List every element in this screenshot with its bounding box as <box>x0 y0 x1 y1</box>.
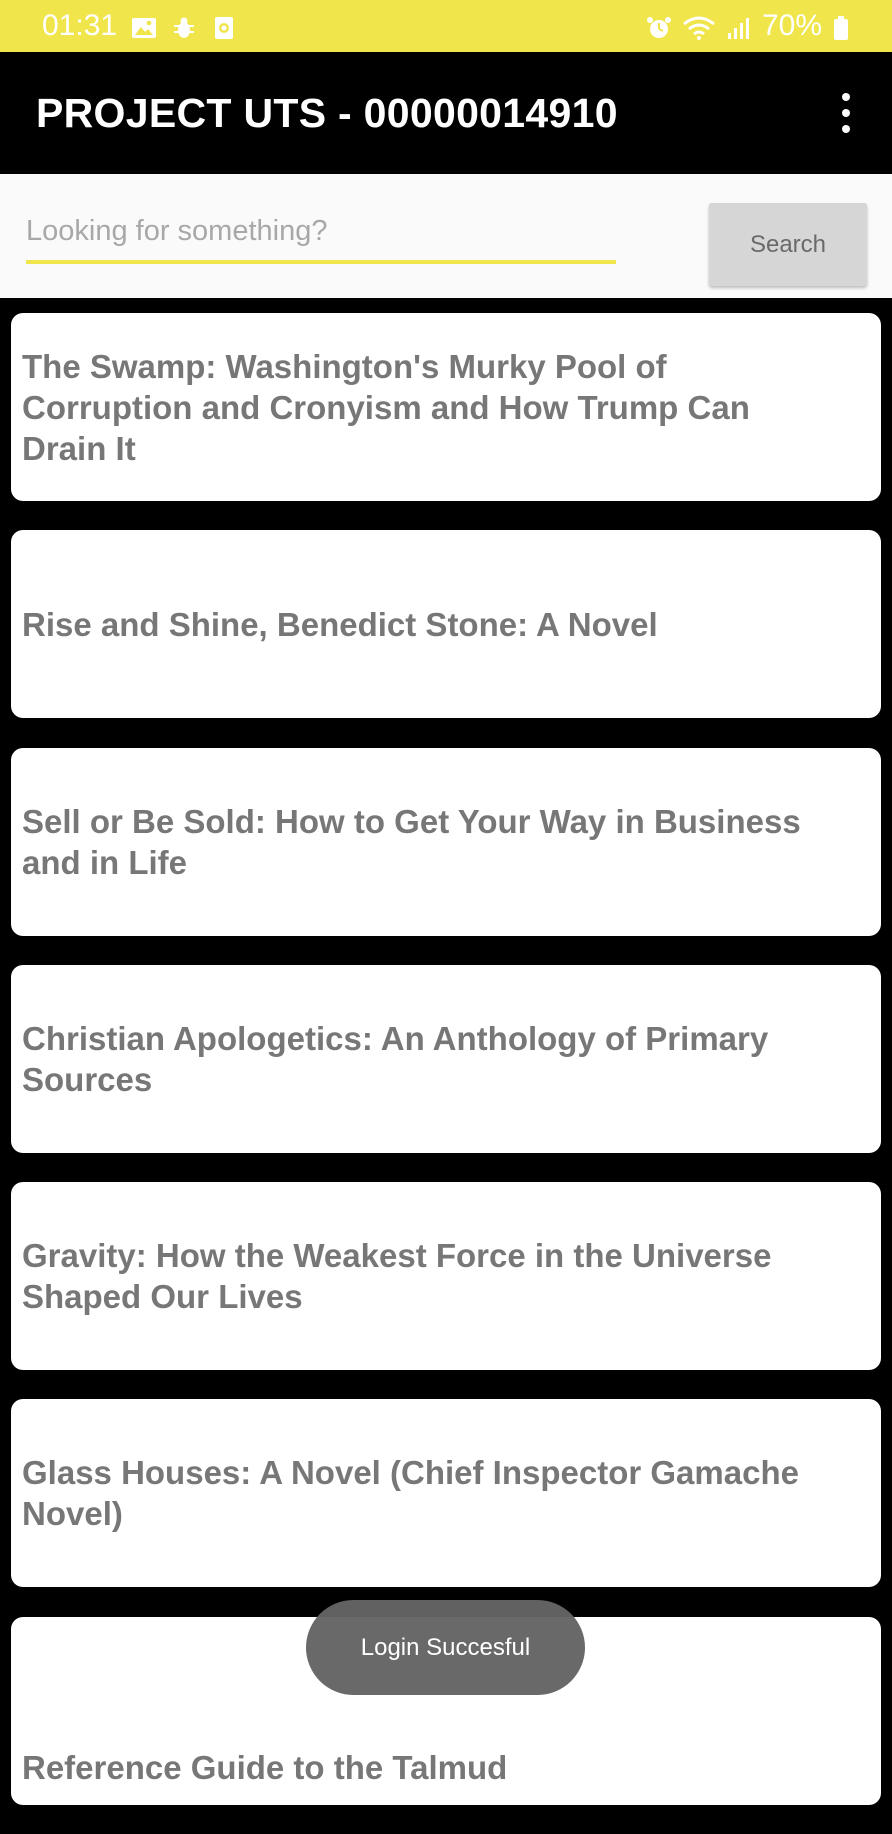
book-card[interactable]: The Swamp: Washington's Murky Pool of Co… <box>11 313 881 501</box>
book-title: Sell or Be Sold: How to Get Your Way in … <box>22 803 801 881</box>
menu-dot <box>842 93 850 101</box>
book-card[interactable]: Sell or Be Sold: How to Get Your Way in … <box>11 748 881 936</box>
book-card[interactable]: Rise and Shine, Benedict Stone: A Novel <box>11 530 881 718</box>
app-title: PROJECT UTS - 00000014910 <box>36 89 618 136</box>
menu-dot <box>842 109 850 117</box>
book-title: The Swamp: Washington's Murky Pool of Co… <box>22 347 750 467</box>
status-time: 01:31 <box>42 9 118 42</box>
menu-dot <box>842 125 850 133</box>
book-card[interactable]: Glass Houses: A Novel (Chief Inspector G… <box>11 1399 881 1587</box>
status-right: 70% <box>636 9 850 43</box>
book-card[interactable]: Christian Apologetics: An Anthology of P… <box>11 965 881 1153</box>
book-title: Gravity: How the Weakest Force in the Un… <box>22 1237 772 1315</box>
book-title: Rise and Shine, Benedict Stone: A Novel <box>22 605 658 643</box>
search-button[interactable]: Search <box>709 203 867 286</box>
search-area: Search <box>0 174 892 298</box>
app-bar: PROJECT UTS - 00000014910 <box>0 52 892 174</box>
book-title: Christian Apologetics: An Anthology of P… <box>22 1020 769 1098</box>
battery-icon <box>832 14 850 40</box>
wifi-icon <box>682 14 716 40</box>
toast-message: Login Succesful <box>306 1600 585 1695</box>
battery-percent: 70% <box>761 9 822 42</box>
more-vert-icon[interactable] <box>836 93 856 133</box>
image-icon <box>131 14 157 38</box>
status-left: 01:31 <box>42 9 251 43</box>
book-card[interactable]: Gravity: How the Weakest Force in the Un… <box>11 1182 881 1370</box>
camera-icon <box>211 14 237 39</box>
search-input[interactable] <box>26 202 616 264</box>
status-bar: 01:31 70% <box>0 0 892 52</box>
book-title: Glass Houses: A Novel (Chief Inspector G… <box>22 1454 799 1532</box>
signal-icon <box>726 14 752 39</box>
bug-icon <box>171 14 197 38</box>
alarm-icon <box>646 14 672 38</box>
